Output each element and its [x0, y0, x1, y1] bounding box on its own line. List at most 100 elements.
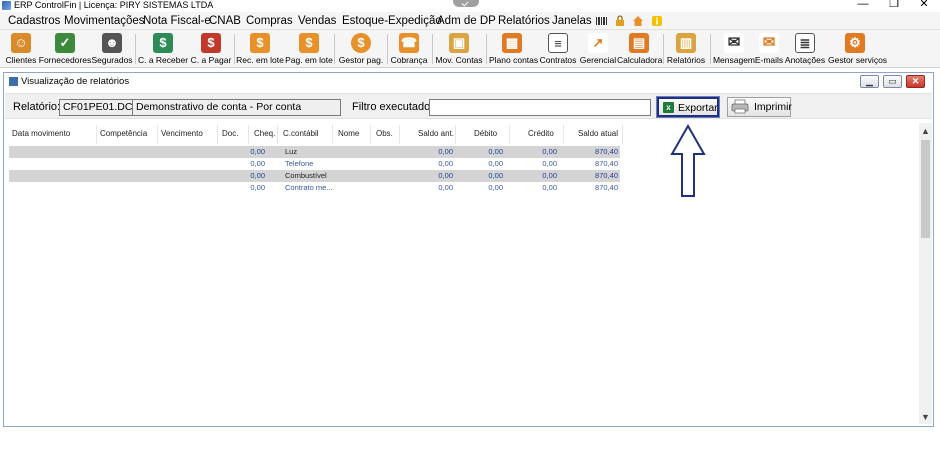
- close-button[interactable]: ✕: [917, 0, 931, 10]
- toolbar-mov-contas-button[interactable]: ▣ Mov. Contas: [435, 31, 483, 67]
- toolbar-cobranca-button[interactable]: ☎ Cobrança: [391, 31, 427, 67]
- receivable-icon: $: [153, 33, 173, 53]
- payment-manager-icon: $: [351, 33, 371, 53]
- menu-estoque-expedicao[interactable]: Estoque-Expedição: [342, 14, 442, 28]
- reports-icon: ▥: [676, 33, 696, 53]
- services-manager-icon: ⚙: [845, 33, 865, 53]
- cell-cheq: 0,00: [250, 159, 265, 168]
- toolbar-label: Calculadora: [617, 55, 663, 65]
- toolbar-c-receber-button[interactable]: $ C. a Receber: [138, 31, 188, 67]
- toolbar-label: C. a Receber: [137, 55, 189, 65]
- scroll-thumb[interactable]: [921, 140, 930, 238]
- toolbar-relatorios-button[interactable]: ▥ Relatórios: [667, 31, 705, 67]
- mdi-close-button[interactable]: ✕: [906, 75, 925, 88]
- toolbar-label: Anotações: [784, 55, 826, 65]
- column-header[interactable]: Cheq.: [254, 129, 275, 139]
- table-row[interactable]: 0,00 Luz 0,00 0,00 0,00 870,40: [9, 146, 620, 158]
- info-icon[interactable]: [651, 15, 663, 27]
- menu-cadastros[interactable]: Cadastros: [8, 14, 60, 28]
- toolbar-gerencial-button[interactable]: ↗ Gerencial: [580, 31, 616, 67]
- column-divider: [509, 125, 510, 144]
- filter-executed-field[interactable]: [429, 99, 651, 116]
- scroll-down-icon[interactable]: ▼: [919, 411, 932, 424]
- toolbar-label: Gerencial: [579, 55, 617, 65]
- column-header[interactable]: Nome: [338, 129, 359, 139]
- maximize-button[interactable]: ❐: [887, 0, 901, 10]
- column-header[interactable]: Saldo ant.: [418, 129, 454, 139]
- menu-compras[interactable]: Compras: [246, 14, 293, 28]
- menu-cnab[interactable]: CNAB: [209, 14, 241, 28]
- column-header[interactable]: Crédito: [528, 129, 554, 139]
- column-header[interactable]: Vencimento: [161, 129, 203, 139]
- toolbar-emails-button[interactable]: ✉ E-mails: [755, 31, 783, 67]
- menu-janelas[interactable]: Janelas: [552, 14, 592, 28]
- column-header[interactable]: Doc.: [222, 129, 238, 139]
- barcode-icon[interactable]: [595, 15, 607, 27]
- printer-icon: [731, 99, 749, 114]
- toolbar-separator: [334, 34, 335, 64]
- email-icon: ✉: [759, 33, 779, 53]
- window-icon: [9, 77, 18, 86]
- toolbar-label: Gestor serviços: [828, 55, 888, 65]
- cell-saldo-ant: 0,00: [438, 147, 453, 156]
- table-row[interactable]: 0,00 Telefone 0,00 0,00 0,00 870,40: [9, 158, 620, 170]
- toolbar-label: Gestor pag.: [338, 55, 384, 65]
- cell-contabil: Luz: [285, 147, 298, 156]
- toolbar-clientes-button[interactable]: ☺ Clientes: [6, 31, 36, 67]
- toolbar-contratos-button[interactable]: ≡ Contratos: [540, 31, 576, 67]
- menu-relatorios[interactable]: Relatórios: [498, 14, 550, 28]
- menu-adm-dp[interactable]: Adm de DP: [437, 14, 496, 28]
- toolbar-label: E-mails: [754, 55, 784, 65]
- toolbar-rec-lote-button[interactable]: $ Rec. em lote: [236, 31, 284, 67]
- cell-saldo-ant: 0,00: [438, 159, 453, 168]
- toolbar-segurados-button[interactable]: ☻ Segurados: [91, 31, 133, 67]
- toolbar-c-pagar-button[interactable]: $ C. a Pagar: [191, 31, 231, 67]
- print-button[interactable]: Imprimir: [727, 97, 792, 117]
- toolbar-separator: [486, 34, 487, 64]
- lock-icon[interactable]: [614, 15, 626, 27]
- cell-debito: 0,00: [488, 159, 503, 168]
- mdi-maximize-button[interactable]: ▭: [883, 75, 902, 88]
- column-divider: [622, 125, 623, 144]
- column-header[interactable]: Competência: [100, 129, 147, 139]
- table-row[interactable]: 0,00 Combustível 0,00 0,00 0,00 870,40: [9, 170, 620, 182]
- toolbar-label: C. a Pagar: [190, 55, 232, 65]
- toolbar-label: Relatórios: [666, 55, 706, 65]
- menu-vendas[interactable]: Vendas: [298, 14, 336, 28]
- toolbar-mensagem-button[interactable]: ✉ Mensagem: [713, 31, 755, 67]
- toolbar-plano-contas-button[interactable]: ▦ Plano contas: [489, 31, 538, 67]
- cell-saldo-ant: 0,00: [438, 171, 453, 180]
- column-header[interactable]: Data movimento: [12, 129, 70, 139]
- collapse-toggle-icon[interactable]: [453, 0, 479, 7]
- report-name-field[interactable]: Demonstrativo de conta - Por conta: [132, 99, 341, 116]
- home-icon[interactable]: [632, 15, 644, 27]
- scroll-up-icon[interactable]: ▲: [919, 125, 932, 138]
- toolbar-pag-lote-button[interactable]: $ Pag. em lote: [285, 31, 333, 67]
- column-divider: [332, 125, 333, 144]
- column-header[interactable]: Saldo atual: [578, 129, 618, 139]
- menu-movimentacoes[interactable]: Movimentações: [64, 14, 145, 28]
- cell-saldo-atual: 870,40: [595, 159, 618, 168]
- export-button[interactable]: x Exportar: [656, 96, 720, 118]
- toolbar-anotacoes-button[interactable]: ≣ Anotações: [785, 31, 825, 67]
- toolbar-fornecedores-button[interactable]: ✓ Fornecedores: [39, 31, 91, 67]
- cell-debito: 0,00: [488, 147, 503, 156]
- column-header[interactable]: Débito: [474, 129, 497, 139]
- window-title: ERP ControlFin | Licença: PIRY SISTEMAS …: [14, 0, 214, 10]
- column-header[interactable]: Obs.: [376, 129, 393, 139]
- toolbar-gestor-servicos-button[interactable]: ⚙ Gestor serviços: [828, 31, 887, 67]
- report-code-field[interactable]: CF01PE01.DC1: [59, 99, 133, 116]
- toolbar-calculadora-button[interactable]: ▤ Calculadora: [617, 31, 662, 67]
- export-button-label: Exportar: [678, 102, 718, 114]
- table-row[interactable]: 0,00 Contrato me... 0,00 0,00 0,00 870,4…: [9, 182, 620, 194]
- toolbar-gestor-pag-button[interactable]: $ Gestor pag.: [339, 31, 383, 67]
- mdi-minimize-button[interactable]: ▁: [860, 75, 879, 88]
- menu-nota-fiscal[interactable]: Nota Fiscal-e: [143, 14, 211, 28]
- column-header[interactable]: C.contábil: [283, 129, 319, 139]
- suppliers-icon: ✓: [55, 33, 75, 53]
- toolbar-label: Plano contas: [489, 55, 539, 65]
- app-logo-icon: [2, 1, 11, 10]
- vertical-scrollbar[interactable]: ▲ ▼: [919, 123, 932, 424]
- minimize-button[interactable]: —: [856, 0, 870, 10]
- column-divider: [399, 125, 400, 144]
